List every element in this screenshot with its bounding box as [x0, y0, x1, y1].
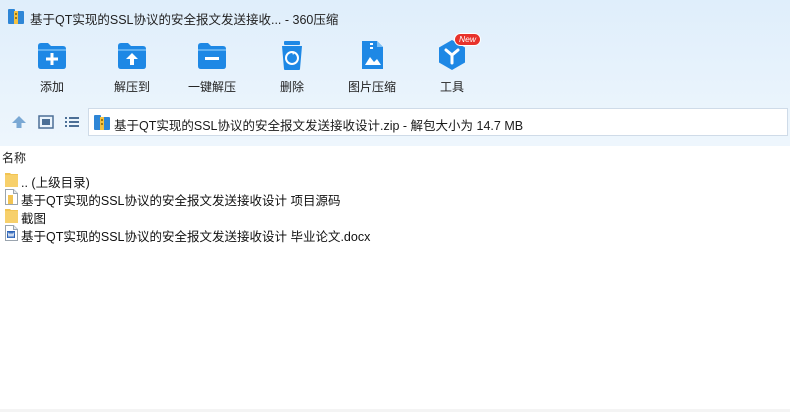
word-document-icon	[5, 225, 18, 241]
list-item-screenshots[interactable]: 截图	[0, 206, 790, 226]
column-name-header[interactable]: 名称	[2, 149, 26, 166]
zip-file-icon	[94, 115, 110, 130]
list-item-source-code[interactable]: 基于QT实现的SSL协议的安全报文发送接收设计 项目源码	[0, 188, 790, 208]
list-item-parent-dir[interactable]: .. (上级目录)	[0, 170, 790, 190]
add-folder-icon	[38, 43, 66, 69]
extract-to-label: 解压到	[113, 80, 150, 94]
title-bar: 基于QT实现的SSL协议的安全报文发送接收... - 360压缩	[0, 0, 790, 32]
window-title: 基于QT实现的SSL协议的安全报文发送接收... - 360压缩	[30, 13, 339, 27]
extract-to-icon	[118, 43, 146, 69]
toolbar: 添加 解压到 一键解压 删除 图片压缩 New 工具	[0, 33, 790, 96]
thumbnail-view-icon[interactable]	[38, 115, 54, 129]
top-area: 基于QT实现的SSL协议的安全报文发送接收... - 360压缩 添加 解压到	[0, 0, 790, 146]
one-click-extract-label: 一键解压	[187, 80, 236, 94]
image-compress-label: 图片压缩	[347, 80, 396, 94]
image-compress-icon	[362, 41, 383, 69]
tools-icon-wrap: New	[435, 33, 482, 72]
up-arrow-icon[interactable]	[11, 115, 27, 129]
delete-button[interactable]: 删除	[252, 34, 332, 96]
folder-icon	[5, 173, 18, 187]
archive-app-icon	[8, 9, 24, 24]
one-click-extract-icon	[198, 43, 226, 69]
tools-label: 工具	[439, 80, 464, 94]
tools-button[interactable]: New 工具	[412, 33, 492, 96]
path-text: 基于QT实现的SSL协议的安全报文发送接收设计.zip - 解包大小为 14.7…	[114, 119, 524, 133]
new-badge: New	[454, 33, 482, 46]
image-compress-button[interactable]: 图片压缩	[332, 34, 412, 96]
delete-icon	[282, 41, 302, 70]
column-header: 名称	[0, 146, 790, 166]
address-bar: 基于QT实现的SSL协议的安全报文发送接收设计.zip - 解包大小为 14.7…	[0, 104, 790, 140]
list-item-thesis-docx[interactable]: 基于QT实现的SSL协议的安全报文发送接收设计 毕业论文.docx	[0, 224, 790, 244]
add-button-label: 添加	[39, 80, 64, 94]
file-icon	[5, 189, 18, 205]
delete-label: 删除	[279, 80, 304, 94]
list-item-label: 基于QT实现的SSL协议的安全报文发送接收设计 毕业论文.docx	[21, 230, 371, 244]
one-click-extract-button[interactable]: 一键解压	[172, 34, 252, 96]
extract-to-button[interactable]: 解压到	[92, 34, 172, 96]
folder-icon	[5, 209, 18, 223]
add-button[interactable]: 添加	[12, 34, 92, 96]
list-view-icon[interactable]	[64, 115, 80, 129]
path-field[interactable]: 基于QT实现的SSL协议的安全报文发送接收设计.zip - 解包大小为 14.7…	[88, 108, 788, 136]
